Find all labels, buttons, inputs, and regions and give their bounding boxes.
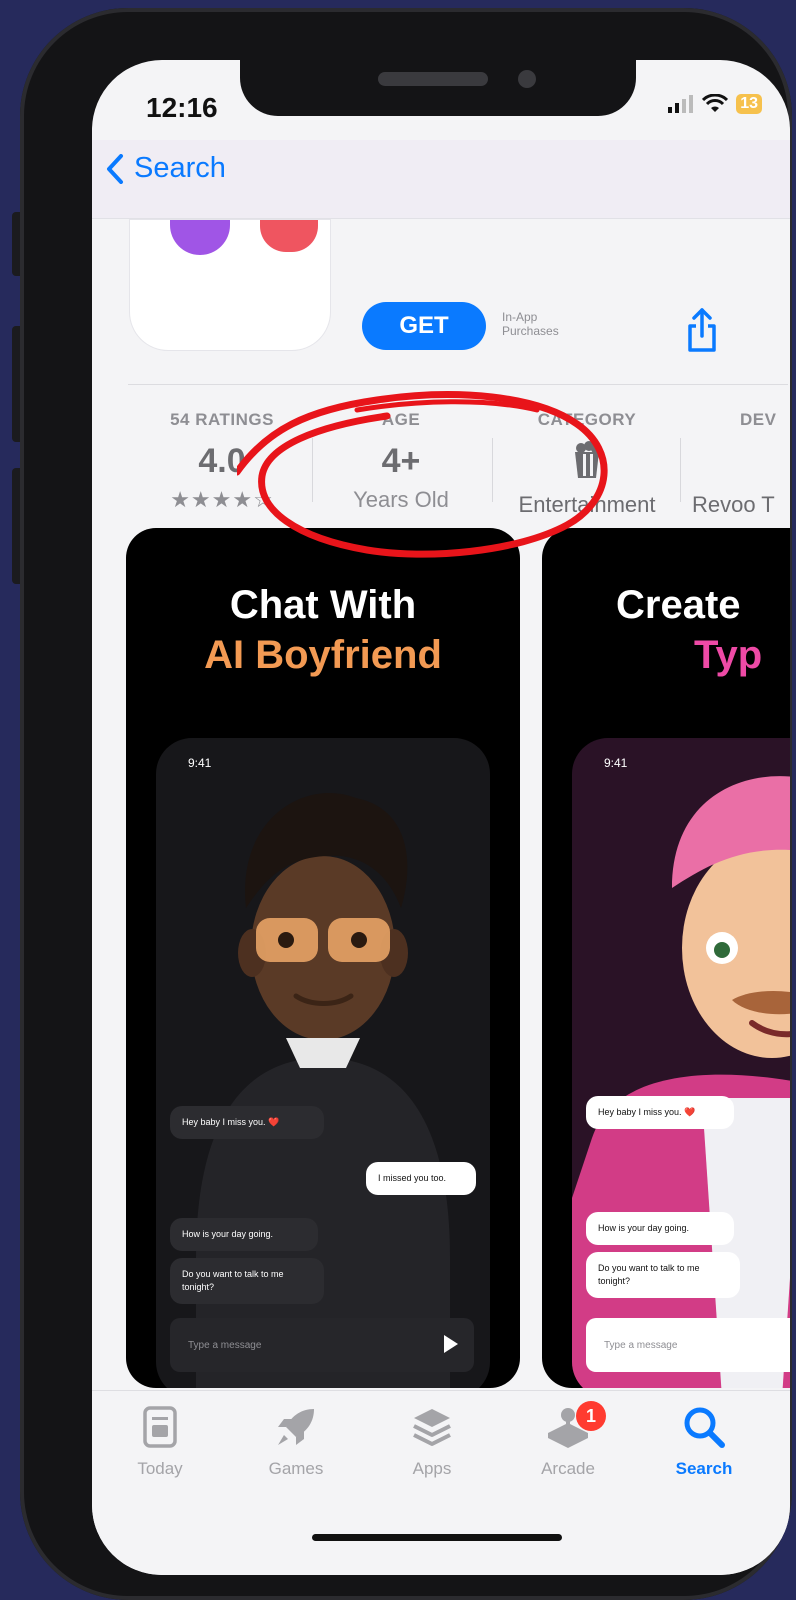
- message-input-placeholder: Type a message: [604, 1339, 678, 1351]
- message-input: Type a message: [170, 1318, 474, 1372]
- message-input: Type a message: [586, 1318, 790, 1372]
- search-icon: [684, 1407, 725, 1448]
- send-icon: [444, 1335, 458, 1353]
- developer-sub: Revoo T: [692, 492, 775, 517]
- red-circle-annotation: [237, 391, 608, 558]
- chat-bubble: I missed you too.: [366, 1162, 476, 1195]
- message-input-placeholder: Type a message: [188, 1339, 262, 1351]
- arcade-badge: 1: [576, 1401, 606, 1431]
- battery-icon: 13: [736, 94, 762, 114]
- tab-today[interactable]: Today: [100, 1405, 220, 1479]
- rocket-icon: [278, 1409, 314, 1445]
- signal-icon: [668, 95, 694, 113]
- in-app-purchases-note: In-App Purchases: [502, 310, 559, 338]
- chat-bubble: Hey baby I miss you. ❤️: [170, 1106, 324, 1139]
- tab-label: Today: [137, 1459, 183, 1478]
- status-time: 12:16: [146, 92, 218, 123]
- chat-bubble: How is your day going.: [170, 1218, 318, 1251]
- chat-bubble: Hey baby I miss you. ❤️: [586, 1096, 734, 1129]
- screenshot-title-line1: Create: [616, 583, 741, 627]
- screenshot-card-1[interactable]: Chat With AI Boyfriend 9:41 Hey baby I m…: [126, 528, 520, 1388]
- notch: [240, 60, 636, 116]
- developer-label: DEV: [740, 410, 777, 429]
- chat-bubble: Do you want to talk to me tonight?: [170, 1258, 324, 1304]
- back-label: Search: [134, 152, 226, 184]
- tab-label: Games: [268, 1459, 324, 1478]
- tab-apps[interactable]: Apps: [372, 1405, 492, 1479]
- app-icon-shape-purple: [170, 220, 230, 255]
- tab-label: Apps: [412, 1459, 452, 1478]
- tab-search[interactable]: Search: [644, 1405, 764, 1479]
- chat-bubble: How is your day going.: [586, 1212, 734, 1245]
- front-camera: [518, 70, 536, 88]
- tab-games[interactable]: Games: [236, 1405, 356, 1479]
- app-icon-shape-red: [260, 220, 318, 252]
- screenshot-card-2[interactable]: Create Typ 9:41 Hey baby I miss you. ❤️ …: [542, 528, 790, 1388]
- screenshot-title-line2: Typ: [694, 633, 763, 677]
- tab-bar: Today Games Apps 1 Arcade Search: [92, 1390, 790, 1575]
- share-button[interactable]: [682, 306, 722, 354]
- stat-separator: [680, 438, 681, 502]
- chevron-left-icon: [107, 153, 123, 184]
- header-divider: [128, 384, 788, 385]
- get-button[interactable]: GET: [362, 302, 486, 350]
- tab-label: Arcade: [541, 1459, 595, 1478]
- app-store-screen: 12:16 13 Search GET In-App Purchases 54 …: [92, 60, 790, 1575]
- screenshot-title-line2: AI Boyfriend: [204, 633, 442, 677]
- speaker-grill: [378, 72, 488, 86]
- tab-arcade[interactable]: 1 Arcade: [508, 1401, 628, 1479]
- chat-bubble: Do you want to talk to me tonight?: [586, 1252, 740, 1298]
- wifi-icon: [702, 94, 729, 112]
- developer-stat[interactable]: DEV Revoo T: [692, 410, 790, 518]
- screenshot-title: Create Typ: [542, 580, 790, 680]
- screenshot-title-line1: Chat With: [229, 583, 417, 627]
- share-icon: [688, 308, 716, 352]
- home-indicator[interactable]: [312, 1534, 562, 1541]
- tab-label: Search: [675, 1459, 733, 1478]
- app-icon: [130, 220, 330, 350]
- mock-phone-screen: 9:41 Hey baby I miss you. ❤️ How is your…: [572, 738, 790, 1388]
- apps-stack-icon: [413, 1409, 451, 1446]
- back-button[interactable]: Search: [106, 152, 226, 185]
- today-icon: [143, 1406, 177, 1448]
- status-icons: 13: [668, 94, 762, 114]
- screenshot-title: Chat With AI Boyfriend: [126, 580, 520, 680]
- phone-frame: 12:16 13 Search GET In-App Purchases 54 …: [20, 8, 792, 1600]
- mock-phone-screen: 9:41 Hey baby I miss you. ❤️ I missed yo…: [156, 738, 490, 1388]
